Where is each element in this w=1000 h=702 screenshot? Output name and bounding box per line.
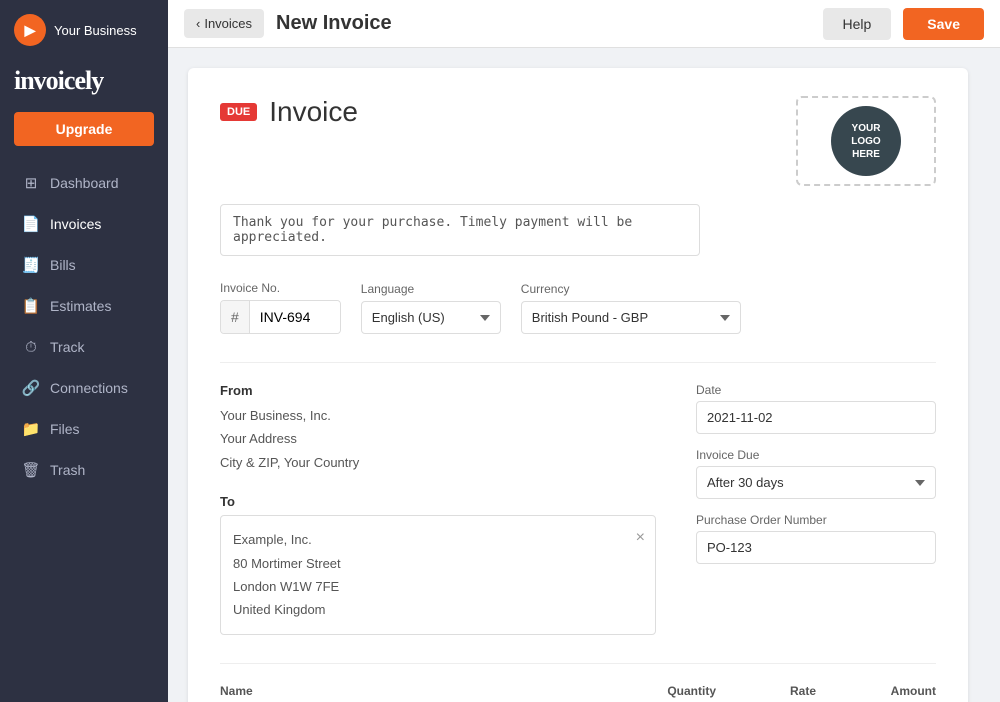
due-select[interactable]: After 30 days After 15 days On receipt — [696, 466, 936, 499]
due-group: Invoice Due After 30 days After 15 days … — [696, 448, 936, 499]
po-label: Purchase Order Number — [696, 513, 936, 527]
currency-select[interactable]: British Pound - GBP US Dollar - USD Euro… — [521, 301, 741, 334]
from-section: From Your Business, Inc. Your Address Ci… — [220, 383, 656, 635]
to-box[interactable]: × Example, Inc. 80 Mortimer Street Londo… — [220, 515, 656, 635]
sidebar-label-invoices: Invoices — [50, 216, 101, 232]
invoice-title: Invoice — [269, 96, 358, 128]
estimates-icon: 📋 — [22, 297, 40, 315]
col-rate-header: Rate — [726, 684, 826, 698]
sidebar-label-estimates: Estimates — [50, 298, 111, 314]
sidebar: ▶ Your Business invoicely Upgrade ⊞ Dash… — [0, 0, 168, 702]
date-input[interactable] — [696, 401, 936, 434]
invoice-no-input[interactable] — [250, 301, 340, 333]
sidebar-label-bills: Bills — [50, 257, 76, 273]
help-button[interactable]: Help — [823, 8, 892, 40]
brand-name: Your Business — [54, 23, 137, 38]
sidebar-nav: ⊞ Dashboard 📄 Invoices 🧾 Bills 📋 Estimat… — [0, 162, 168, 491]
language-label: Language — [361, 282, 501, 296]
save-button[interactable]: Save — [903, 8, 984, 40]
sidebar-label-dashboard: Dashboard — [50, 175, 119, 191]
trash-icon: 🗑 — [22, 461, 40, 479]
due-label: Invoice Due — [696, 448, 936, 462]
track-icon: ⏱ — [22, 338, 40, 356]
sidebar-item-bills[interactable]: 🧾 Bills — [6, 245, 162, 285]
back-button[interactable]: ‹ Invoices — [184, 9, 264, 38]
to-label: To — [220, 494, 656, 509]
from-text: Your Business, Inc. Your Address City & … — [220, 404, 656, 474]
sidebar-item-trash[interactable]: 🗑 Trash — [6, 450, 162, 490]
content-area: DUE Invoice YOURLOGOHERE Thank you for y… — [168, 48, 1000, 702]
divider-2 — [220, 663, 936, 664]
main-area: ‹ Invoices New Invoice Help Save DUE Inv… — [168, 0, 1000, 702]
files-icon: 📁 — [22, 420, 40, 438]
sidebar-item-track[interactable]: ⏱ Track — [6, 327, 162, 367]
col-qty-header: Quantity — [626, 684, 726, 698]
to-close[interactable]: × — [636, 524, 645, 553]
brand-icon: ▶ — [14, 14, 46, 46]
logo-circle: YOURLOGOHERE — [831, 106, 901, 176]
brand-area: ▶ Your Business — [0, 0, 168, 56]
sidebar-label-trash: Trash — [50, 462, 85, 478]
currency-label: Currency — [521, 282, 741, 296]
back-icon: ‹ — [196, 16, 200, 31]
sidebar-label-files: Files — [50, 421, 80, 437]
col-name-header: Name — [220, 684, 626, 698]
invoices-icon: 📄 — [22, 215, 40, 233]
message-input[interactable]: Thank you for your purchase. Timely paym… — [220, 204, 700, 256]
dashboard-icon: ⊞ — [22, 174, 40, 192]
logo-area: invoicely — [0, 56, 168, 112]
date-label: Date — [696, 383, 936, 397]
logo-placeholder[interactable]: YOURLOGOHERE — [796, 96, 936, 186]
invoice-card: DUE Invoice YOURLOGOHERE Thank you for y… — [188, 68, 968, 702]
logo-text: invoicely — [14, 66, 103, 95]
invoice-no-label: Invoice No. — [220, 281, 341, 295]
upgrade-button[interactable]: Upgrade — [14, 112, 154, 146]
date-section: Date Invoice Due After 30 days After 15 … — [696, 383, 936, 635]
date-group: Date — [696, 383, 936, 434]
sidebar-item-invoices[interactable]: 📄 Invoices — [6, 204, 162, 244]
po-group: Purchase Order Number — [696, 513, 936, 564]
sidebar-item-dashboard[interactable]: ⊞ Dashboard — [6, 163, 162, 203]
sidebar-item-files[interactable]: 📁 Files — [6, 409, 162, 449]
sidebar-label-track: Track — [50, 339, 84, 355]
invoice-header: DUE Invoice YOURLOGOHERE — [220, 96, 936, 186]
page-title: New Invoice — [276, 12, 810, 35]
due-badge: DUE — [220, 103, 257, 121]
invoice-title-row: DUE Invoice — [220, 96, 358, 128]
divider-1 — [220, 362, 936, 363]
sidebar-item-connections[interactable]: 🔗 Connections — [6, 368, 162, 408]
connections-icon: 🔗 — [22, 379, 40, 397]
invoice-no-wrap: # — [220, 300, 341, 334]
topbar: ‹ Invoices New Invoice Help Save — [168, 0, 1000, 48]
back-label: Invoices — [204, 16, 252, 31]
language-select[interactable]: English (US) French German Spanish — [361, 301, 501, 334]
sidebar-item-estimates[interactable]: 📋 Estimates — [6, 286, 162, 326]
sidebar-label-connections: Connections — [50, 380, 128, 396]
hash-prefix: # — [221, 301, 250, 333]
from-to-row: From Your Business, Inc. Your Address Ci… — [220, 383, 936, 635]
col-amount-header: Amount — [826, 684, 936, 698]
bills-icon: 🧾 — [22, 256, 40, 274]
po-input[interactable] — [696, 531, 936, 564]
invoice-no-group: Invoice No. # — [220, 281, 341, 334]
language-group: Language English (US) French German Span… — [361, 282, 501, 334]
from-label: From — [220, 383, 656, 398]
meta-row: Invoice No. # Language English (US) Fren… — [220, 281, 936, 334]
items-header: Name Quantity Rate Amount — [220, 684, 936, 698]
currency-group: Currency British Pound - GBP US Dollar -… — [521, 282, 741, 334]
